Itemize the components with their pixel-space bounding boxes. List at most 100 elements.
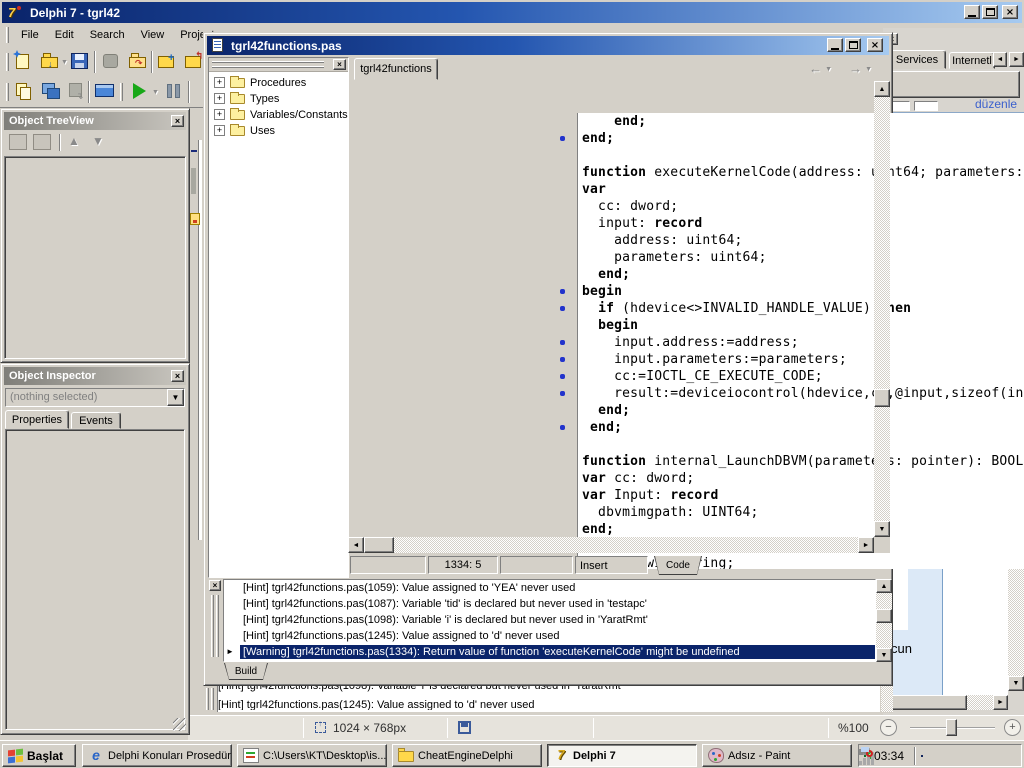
editor-scroll-right-icon[interactable]: ► — [858, 537, 874, 553]
breakpoint-dot-icon[interactable] — [560, 425, 565, 430]
main-titlebar[interactable]: 7 Delphi 7 - tgrl42 × — [2, 2, 1022, 23]
tray-clock[interactable]: 03:34 — [874, 749, 904, 763]
object-treeview-titlebar[interactable]: Object TreeView × — [4, 112, 186, 130]
cascade-windows-icon[interactable] — [40, 80, 64, 104]
code-line[interactable]: end; — [551, 266, 1024, 283]
code-line[interactable]: function internal_LaunchDBVM(parameters:… — [551, 453, 1024, 470]
editor-horizontal-scrollbar[interactable]: ◄ ► — [348, 537, 874, 553]
explorer-node[interactable]: +Procedures — [209, 75, 348, 91]
add-file-icon[interactable]: + — [156, 50, 180, 74]
code-line[interactable]: parameters: uint64; — [551, 249, 1024, 266]
messages-close-icon[interactable]: × — [209, 580, 221, 591]
show-desktop-icon[interactable] — [921, 755, 923, 757]
editor-close-button[interactable]: × — [867, 38, 883, 52]
code-line[interactable]: end; — [551, 402, 1024, 419]
messages-scroll-up-icon[interactable]: ▲ — [876, 579, 892, 593]
code-line[interactable]: var — [551, 181, 1024, 198]
menu-grip[interactable] — [6, 27, 9, 43]
menu-search[interactable]: Search — [82, 25, 133, 45]
editor-titlebar[interactable]: tgrl42functions.pas × — [207, 36, 889, 55]
code-line[interactable]: function executeKernelCode(address: uint… — [551, 164, 1024, 181]
message-row[interactable]: ►[Hint] tgrl42functions.pas(1245): Value… — [224, 628, 875, 644]
messages-scroll-thumb[interactable] — [876, 609, 892, 623]
menu-edit[interactable]: Edit — [47, 25, 82, 45]
taskbar-task-ie[interactable]: eDelphi Konuları Prosedür... — [82, 744, 232, 767]
instance-selector[interactable]: (nothing selected) ▼ — [5, 388, 185, 407]
code-line[interactable]: if (hdevice<>INVALID_HANDLE_VALUE) then — [551, 300, 1024, 317]
menu-file[interactable]: File — [13, 25, 47, 45]
object-inspector-close-icon[interactable]: × — [171, 370, 184, 382]
messages-grip[interactable] — [211, 595, 214, 657]
code-line[interactable]: cc:=IOCTL_CE_EXECUTE_CODE; — [551, 368, 1024, 385]
code-line[interactable]: var cc: dword; — [551, 470, 1024, 487]
expand-icon[interactable]: + — [214, 109, 225, 120]
code-line[interactable]: address: uint64; — [551, 232, 1024, 249]
new-file-icon[interactable] — [13, 50, 37, 74]
open-file-icon[interactable]: ↓ — [39, 50, 63, 74]
code-line[interactable]: input.parameters:=parameters; — [551, 351, 1024, 368]
taskbar-task-folder[interactable]: CheatEngineDelphi — [392, 744, 542, 767]
messages-scroll-down-icon[interactable]: ▼ — [876, 648, 892, 662]
editor-scroll-up-icon[interactable]: ▲ — [874, 81, 890, 97]
inspector-properties-area[interactable] — [5, 429, 185, 730]
bg-hscroll-thumb[interactable] — [885, 695, 967, 710]
breakpoint-dot-icon[interactable] — [560, 357, 565, 362]
editor-minimize-button[interactable] — [827, 38, 843, 52]
view-form-icon[interactable] — [94, 80, 118, 104]
nav-forward-caret-icon[interactable]: ▼ — [865, 66, 872, 73]
run-button[interactable] — [128, 80, 152, 104]
code-line[interactable]: end; — [551, 521, 1024, 538]
tab-properties[interactable]: Properties — [5, 410, 69, 429]
editor-vertical-scrollbar[interactable]: ▲ ▼ — [874, 81, 890, 537]
code-editor[interactable]: end;end;function executeKernelCode(addre… — [551, 113, 1024, 569]
code-explorer-close-icon[interactable]: × — [333, 59, 346, 70]
breakpoint-dot-icon[interactable] — [560, 289, 565, 294]
code-line[interactable]: input.address:=address; — [551, 334, 1024, 351]
breakpoint-dot-icon[interactable] — [560, 374, 565, 379]
build-tab[interactable]: Build — [224, 663, 268, 680]
code-line[interactable]: begin — [551, 283, 1024, 300]
message-row[interactable]: ►[Warning] tgrl42functions.pas(1334): Re… — [224, 644, 875, 660]
open-dropdown-caret[interactable]: ▼ — [61, 59, 68, 66]
editor-file-tab[interactable]: tgrl42functions — [354, 58, 438, 80]
bg-field2[interactable] — [914, 101, 938, 111]
close-button[interactable]: × — [1002, 5, 1018, 19]
editor-scroll-down-icon[interactable]: ▼ — [874, 521, 890, 537]
code-line[interactable]: var Input: record — [551, 487, 1024, 504]
zoom-in-icon[interactable]: + — [1004, 719, 1021, 736]
messages-list[interactable]: ►[Hint] tgrl42functions.pas(1059): Value… — [223, 579, 876, 662]
nav-forward-icon[interactable]: → — [849, 61, 862, 76]
maximize-button[interactable] — [982, 5, 998, 19]
object-treeview-close-icon[interactable]: × — [171, 115, 184, 127]
bg-horizontal-scrollbar[interactable]: ► — [883, 695, 1008, 710]
save-icon[interactable] — [69, 50, 93, 74]
code-line[interactable] — [551, 147, 1024, 164]
explorer-node[interactable]: +Variables/Constants — [209, 107, 348, 123]
code-line[interactable] — [551, 436, 1024, 453]
bg-tab-services[interactable]: Services — [888, 50, 946, 69]
editor-maximize-button[interactable] — [845, 38, 861, 52]
object-treeview-content[interactable] — [4, 156, 186, 359]
code-explorer-header[interactable]: × — [209, 58, 348, 72]
message-row[interactable]: ►[Hint] tgrl42functions.pas(1098): Varia… — [224, 612, 875, 628]
bg-tab-internet[interactable]: Internetl — [949, 52, 995, 69]
start-button[interactable]: Başlat — [2, 744, 76, 767]
code-view-tab[interactable]: Code — [654, 556, 702, 575]
bg-hscroll-right-icon[interactable]: ► — [993, 695, 1008, 710]
bg-tab-scroll-left-icon[interactable]: ◄ — [993, 52, 1007, 67]
breakpoint-dot-icon[interactable] — [560, 391, 565, 396]
zoom-out-icon[interactable]: − — [880, 719, 897, 736]
paste-icon[interactable] — [13, 80, 37, 104]
editor-hscroll-thumb[interactable] — [364, 537, 394, 553]
object-inspector-titlebar[interactable]: Object Inspector × — [4, 367, 186, 385]
breakpoint-dot-icon[interactable] — [560, 136, 565, 141]
minimize-button[interactable] — [964, 5, 980, 19]
code-line[interactable]: end; — [551, 419, 1024, 436]
editor-scroll-thumb[interactable] — [874, 389, 890, 407]
breakpoint-dot-icon[interactable] — [560, 306, 565, 311]
code-line[interactable]: input: record — [551, 215, 1024, 232]
code-line[interactable]: cc: dword; — [551, 198, 1024, 215]
taskbar-task-delphi[interactable]: 7Delphi 7 — [547, 744, 697, 767]
toolbar2-grip[interactable] — [6, 83, 9, 101]
editor-scroll-left-icon[interactable]: ◄ — [348, 537, 364, 553]
